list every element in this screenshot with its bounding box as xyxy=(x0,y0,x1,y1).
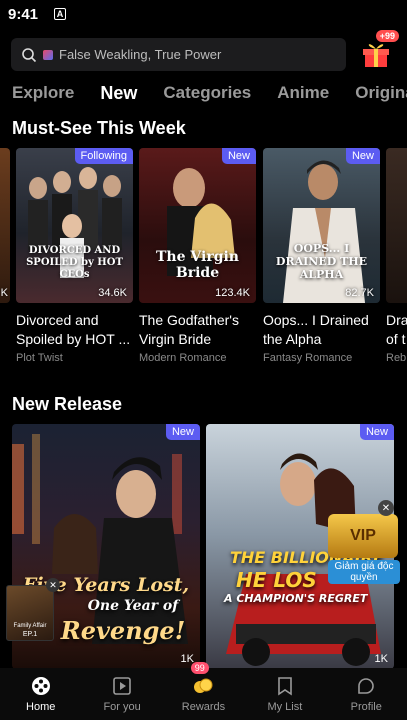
drama-card[interactable]: New OOPS... I DRAINED THE ALPHA 82.7K Oo… xyxy=(263,148,380,364)
vip-badge: VIP xyxy=(328,514,398,558)
gift-button[interactable]: +99 xyxy=(359,30,399,70)
drama-poster: New OOPS... I DRAINED THE ALPHA 82.7K xyxy=(263,148,380,303)
placeholder-tag-icon xyxy=(43,49,53,60)
drama-poster: New The Virgin Bride 123.4K xyxy=(139,148,256,303)
status-bar: 9:41 A xyxy=(0,0,407,28)
nav-label: For you xyxy=(103,701,141,713)
new-badge: New xyxy=(345,148,380,164)
views-count: K xyxy=(0,287,8,299)
tab-originals[interactable]: Origina xyxy=(355,83,407,104)
poster-title-line: One Year of xyxy=(87,598,179,614)
nav-my-list[interactable]: My List xyxy=(244,668,325,720)
following-badge: Following xyxy=(74,148,133,164)
mini-player-episode: EP.1 xyxy=(22,631,38,638)
home-film-reel-icon xyxy=(31,677,50,695)
drama-title: The Godfather's Virgin Bride xyxy=(139,312,239,347)
mini-player[interactable]: ✕ Family Affair EP.1 xyxy=(6,578,60,641)
profile-icon xyxy=(358,678,375,694)
nav-home[interactable]: Home xyxy=(0,668,81,720)
new-badge: New xyxy=(221,148,256,164)
drama-card[interactable]: Following DIVORCED AND SPOILED by HOT CE… xyxy=(16,148,133,364)
nav-label: Home xyxy=(26,701,56,713)
tab-explore[interactable]: Explore xyxy=(12,83,74,104)
nav-label: My List xyxy=(267,701,303,713)
new-badge: New xyxy=(165,424,200,440)
drama-title: Divorced and Spoiled by HOT ... xyxy=(16,312,131,347)
rewards-badge: 99 xyxy=(190,662,209,674)
drama-poster xyxy=(386,148,407,303)
new-badge: New xyxy=(359,424,394,440)
views-count: 34.6K xyxy=(98,287,127,299)
nav-for-you[interactable]: For you xyxy=(81,668,162,720)
drama-poster: Following DIVORCED AND SPOILED by HOT CE… xyxy=(16,148,133,303)
nav-label: Rewards xyxy=(181,701,226,713)
close-icon[interactable]: ✕ xyxy=(46,578,60,592)
category-tabs: Explore New Categories Anime Origina xyxy=(12,83,407,104)
drama-genre: Fantasy Romance xyxy=(263,352,353,364)
nav-profile[interactable]: Profile xyxy=(326,668,407,720)
notification-icon: A xyxy=(54,8,67,20)
poster-title: OOPS... I DRAINED THE ALPHA xyxy=(275,242,368,281)
gift-badge: +99 xyxy=(375,30,399,42)
mini-player-title: Family Affair xyxy=(13,623,47,629)
search-placeholder: False Weakling, True Power xyxy=(59,47,222,62)
bottom-nav: Home For you 99 Rewards My List Profile xyxy=(0,662,407,720)
drama-poster: K xyxy=(0,148,10,303)
drama-genre: Plot Twist xyxy=(16,352,63,364)
vip-caption: Giảm giá độc quyền xyxy=(328,560,400,584)
nav-rewards[interactable]: 99 Rewards xyxy=(163,662,244,720)
drama-title: Oops... I Drained the Alpha xyxy=(263,312,369,347)
bookmark-icon xyxy=(278,677,292,696)
close-icon[interactable]: ✕ xyxy=(378,500,394,516)
drama-card-partial-left[interactable]: K xyxy=(0,148,10,303)
section-title-must-see: Must-See This Week xyxy=(12,118,186,138)
drama-genre: Modern Romance xyxy=(139,352,227,364)
drama-card-partial-right[interactable]: Dra of t Reb xyxy=(386,148,407,364)
vip-promo[interactable]: ✕ VIP Giảm giá độc quyền xyxy=(328,500,400,584)
poster-title: DIVORCED AND SPOILED by HOT CEOs xyxy=(26,245,123,280)
poster-title-line: A CHAMPION'S REGRET xyxy=(224,592,368,605)
play-card-icon xyxy=(113,677,131,695)
tab-categories[interactable]: Categories xyxy=(163,83,251,104)
tab-anime[interactable]: Anime xyxy=(277,83,329,104)
drama-title: Dra of t xyxy=(386,312,407,347)
views-count: 123.4K xyxy=(215,287,250,299)
views-count: 82.7K xyxy=(345,287,374,299)
tab-new[interactable]: New xyxy=(100,83,137,104)
search-icon xyxy=(22,47,37,62)
nav-label: Profile xyxy=(350,701,382,713)
section-title-new-release: New Release xyxy=(12,394,123,414)
views-count: 1K xyxy=(374,653,388,665)
poster-title: The Virgin Bride xyxy=(156,249,239,281)
search-bar[interactable]: False Weakling, True Power xyxy=(11,38,346,71)
status-time: 9:41 xyxy=(8,5,39,23)
poster-title-line: Revenge! xyxy=(60,616,186,645)
must-see-carousel: K Following DIVORCED AND SPOILED by HOT … xyxy=(0,148,407,368)
drama-card[interactable]: New The Virgin Bride 123.4K The Godfathe… xyxy=(139,148,256,364)
drama-genre: Reb xyxy=(386,352,407,364)
coins-icon xyxy=(194,678,213,693)
